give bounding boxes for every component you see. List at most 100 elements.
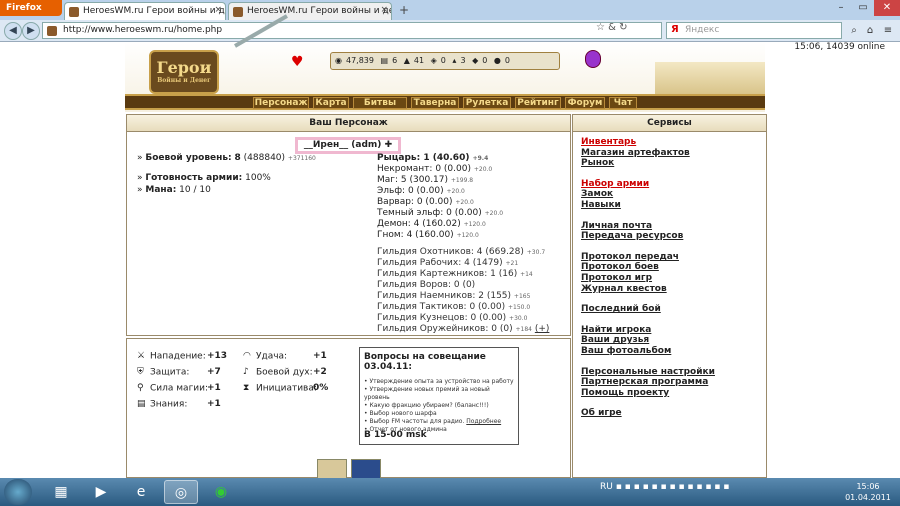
- logo-subtitle: Войны и Денег: [157, 77, 211, 84]
- new-tab-button[interactable]: +: [396, 3, 412, 19]
- nav-battles[interactable]: Битвы: [353, 97, 407, 109]
- service-link[interactable]: Инвентарь: [581, 137, 636, 147]
- mana-label: Мана:: [145, 185, 177, 195]
- bookmark-star-icon[interactable]: ☆: [596, 22, 605, 33]
- nav-chat[interactable]: Чат: [609, 97, 637, 109]
- nav-map[interactable]: Карта: [313, 97, 349, 109]
- address-bar[interactable]: http://www.heroeswm.ru/home.php: [42, 22, 662, 39]
- nav-rating[interactable]: Рейтинг: [515, 97, 561, 109]
- expand-link[interactable]: (+): [535, 324, 550, 334]
- tray-clock[interactable]: 15:06 01.04.2011: [840, 481, 896, 503]
- agenda-item: • Выбор нового шарфа: [364, 410, 437, 417]
- search-icon[interactable]: ⌕: [846, 23, 862, 39]
- service-link[interactable]: Об игре: [581, 408, 622, 418]
- wood-value: 6: [392, 56, 398, 65]
- service-link[interactable]: Рынок: [581, 158, 614, 168]
- web-page: Герои Войны и Денег ♥ ◉ 47,839 ▤ 6 ▲ 41 ◈ 0 …: [0, 14, 900, 489]
- tab-heroes-2[interactable]: HeroesWM.ru Герои войны и денег... ×: [228, 2, 392, 20]
- faction-name: Варвар:: [377, 197, 414, 207]
- faction-delta: +20.0: [473, 166, 493, 173]
- mercury-value: 0: [440, 56, 446, 65]
- url-text: http://www.heroeswm.ru/home.php: [63, 25, 223, 35]
- guild-value: 0 (0): [453, 280, 476, 290]
- guild-name: Гильдия Картежников:: [377, 269, 488, 279]
- service-link[interactable]: Журнал квестов: [581, 284, 667, 294]
- service-link[interactable]: Передача ресурсов: [581, 231, 683, 241]
- service-link[interactable]: Замок: [581, 189, 613, 199]
- close-tab-icon[interactable]: ×: [380, 5, 388, 15]
- faction-delta: +9.4: [472, 155, 489, 162]
- radio-app-icon[interactable]: ◉: [204, 480, 238, 504]
- mana-potion-icon[interactable]: [585, 50, 601, 68]
- internet-explorer-icon[interactable]: e: [124, 480, 158, 504]
- service-link[interactable]: Найти игрока: [581, 325, 651, 335]
- service-link[interactable]: Персональные настройки: [581, 367, 715, 377]
- game-logo[interactable]: Герои Войны и Денег: [149, 50, 219, 94]
- service-link[interactable]: Ваш фотоальбом: [581, 346, 671, 356]
- guild-delta: +184: [515, 326, 532, 333]
- mercury-icon: ◈: [430, 56, 437, 65]
- guild-value: 1 (16): [490, 269, 518, 279]
- service-link[interactable]: Протокол игр: [581, 273, 652, 283]
- service-link[interactable]: Помощь проекту: [581, 388, 669, 398]
- service-link[interactable]: Набор армии: [581, 179, 649, 189]
- stat-label: Защита:: [150, 367, 190, 378]
- service-link[interactable]: Ваши друзья: [581, 335, 649, 345]
- screen: Firefox HeroesWM.ru Герои войны и денег.…: [0, 0, 900, 506]
- character-name-box[interactable]: __Ирен__ (adm) ✚: [295, 137, 401, 154]
- feed-icon[interactable]: &: [608, 22, 616, 33]
- back-arrow-icon[interactable]: ◀: [4, 22, 22, 40]
- nav-forum[interactable]: Форум: [565, 97, 605, 109]
- firefox-icon[interactable]: ◎: [164, 480, 198, 504]
- close-tab-icon[interactable]: ×: [214, 5, 222, 15]
- guild-delta: +165: [513, 293, 531, 300]
- agenda-item: • Утверждение опыта за устройство на раб…: [364, 378, 514, 385]
- favicon-icon: [233, 7, 243, 17]
- forward-arrow-icon[interactable]: ▶: [22, 22, 40, 40]
- ore-value: 41: [413, 56, 425, 65]
- nav-character[interactable]: Персонаж: [253, 97, 309, 109]
- hourglass-icon: ⧗: [243, 383, 250, 393]
- faction-row: Эльф: 0 (0.00) +20.0: [377, 186, 465, 196]
- guild-name: Гильдия Оружейников:: [377, 324, 489, 334]
- reload-icon[interactable]: ↻: [619, 22, 627, 33]
- sulfur-icon: ▴: [452, 56, 457, 65]
- home-icon[interactable]: ⌂: [862, 23, 878, 39]
- faction-delta: +20.0: [455, 199, 474, 206]
- minimize-icon[interactable]: –: [830, 0, 852, 16]
- faction-name: Некромант:: [377, 164, 433, 174]
- service-link[interactable]: Протокол боев: [581, 262, 659, 272]
- guild-value: 2 (155): [478, 291, 512, 301]
- heart-icon: ♥: [291, 54, 304, 70]
- gold-icon: ◉: [335, 56, 342, 65]
- service-link[interactable]: Магазин артефактов: [581, 148, 690, 158]
- agenda-footer: В 15-00 msk: [364, 430, 427, 440]
- menu-icon[interactable]: ≡: [880, 23, 896, 39]
- service-link[interactable]: Личная почта: [581, 221, 652, 231]
- skills-panel: ⚔ Нападение: +13 ⛨ Защита: +7 ⚲ Сила магии: +1 ▤ З…: [126, 338, 571, 489]
- details-link[interactable]: Подробнее: [466, 418, 501, 425]
- explorer-icon[interactable]: ▦: [44, 480, 78, 504]
- close-window-icon[interactable]: ✕: [874, 0, 900, 16]
- service-link[interactable]: Навыки: [581, 200, 621, 210]
- faction-row: Гном: 4 (160.00) +120.0: [377, 230, 479, 240]
- server-clock: 15:06, 14039 online: [794, 42, 885, 52]
- cross-icon[interactable]: ✚: [385, 140, 393, 150]
- firefox-menu-button[interactable]: Firefox: [0, 0, 62, 16]
- faction-value: 4 (160.00): [406, 230, 454, 240]
- windows-start-icon[interactable]: [4, 479, 32, 505]
- language-indicator[interactable]: RU: [600, 482, 613, 492]
- ore-icon: ▲: [403, 56, 410, 65]
- service-link[interactable]: Партнерская программа: [581, 377, 708, 387]
- tab-heroes-1[interactable]: HeroesWM.ru Герои войны и денег... ×: [64, 2, 226, 20]
- gem-value: 0: [504, 56, 510, 65]
- search-input[interactable]: Я Яндекс: [666, 22, 842, 39]
- media-player-icon[interactable]: ▶: [84, 480, 118, 504]
- service-link[interactable]: Последний бой: [581, 304, 661, 314]
- character-name: __Ирен__ (adm): [303, 140, 382, 150]
- nav-tavern[interactable]: Таверна: [411, 97, 459, 109]
- service-link[interactable]: Протокол передач: [581, 252, 679, 262]
- tray-icons[interactable]: ▪ ▪ ▪ ▪ ▪ ▪ ▪ ▪ ▪ ▪ ▪ ▪ ▪: [616, 482, 730, 492]
- nav-roulette[interactable]: Рулетка: [463, 97, 511, 109]
- maximize-icon[interactable]: ▭: [852, 0, 874, 16]
